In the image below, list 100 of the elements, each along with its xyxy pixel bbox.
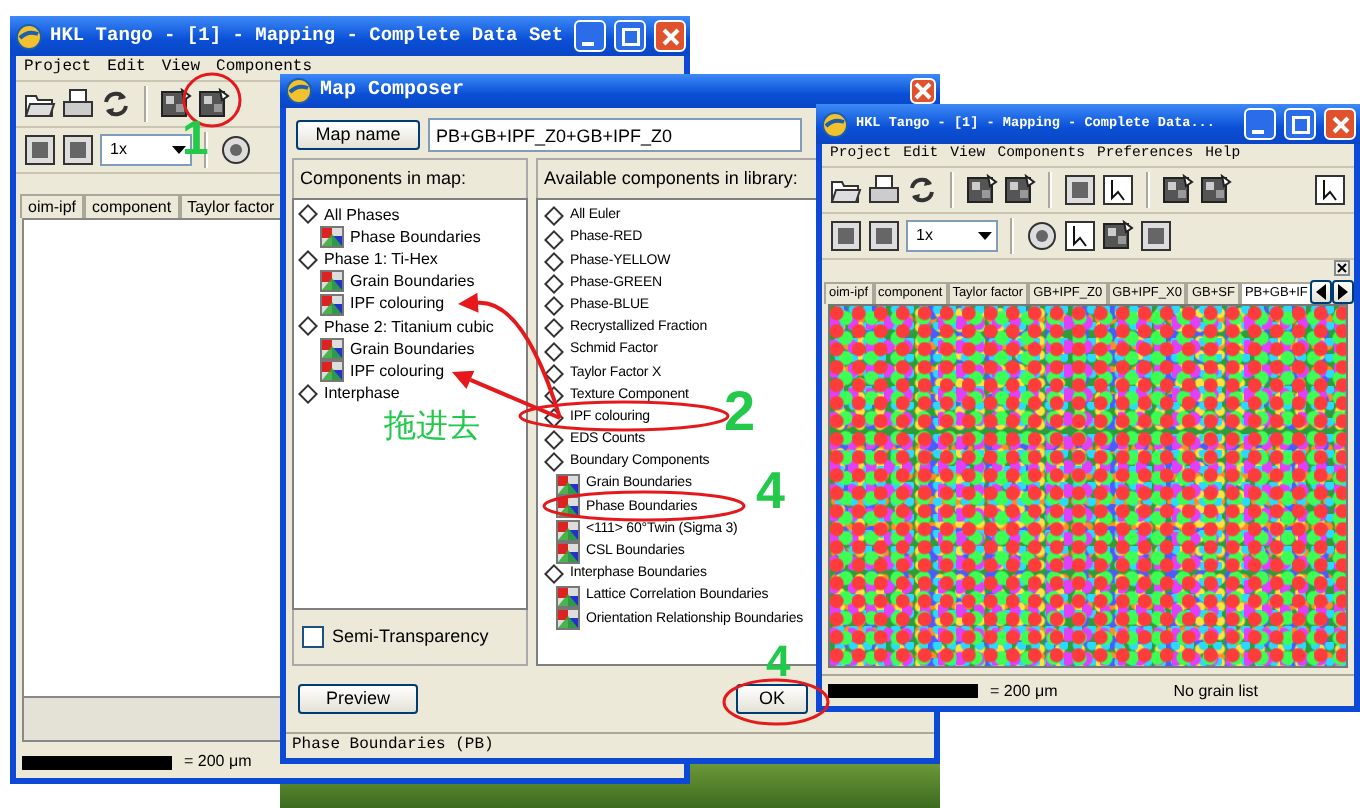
caret-icon <box>172 145 186 154</box>
tree-item[interactable]: IPF colouring <box>350 361 445 381</box>
diamond-icon <box>544 564 564 585</box>
minimize-button[interactable] <box>574 20 606 52</box>
diamond-icon <box>544 452 564 473</box>
step-number: 4 <box>756 464 785 516</box>
diamond-icon <box>298 204 318 225</box>
diamond-icon <box>544 341 564 362</box>
app-logo-icon <box>822 111 848 137</box>
menu-item[interactable]: View <box>161 58 201 78</box>
maximize-button[interactable] <box>614 20 646 52</box>
pointer-icon[interactable] <box>1314 173 1346 206</box>
map-icon[interactable] <box>198 87 230 120</box>
diamond-icon <box>298 249 318 270</box>
map-icon[interactable] <box>1162 173 1194 206</box>
component-icon <box>320 226 344 249</box>
close-icon <box>1331 115 1349 133</box>
close-button[interactable] <box>654 20 686 52</box>
tree-item[interactable]: Grain Boundaries <box>350 272 475 292</box>
diamond-icon <box>544 318 564 339</box>
diamond-icon <box>298 383 318 404</box>
close-button[interactable] <box>1324 108 1356 140</box>
component-icon <box>320 293 344 316</box>
diamond-icon <box>544 408 564 429</box>
caret-icon <box>978 231 992 240</box>
tab[interactable]: oim-ipf <box>20 193 85 219</box>
menu-item[interactable]: Edit <box>107 58 146 78</box>
status-text: No grain list <box>1173 681 1258 701</box>
diamond-icon <box>544 296 564 317</box>
app-logo-icon <box>16 23 42 49</box>
tree-item[interactable]: IPF colouring <box>350 294 445 314</box>
scroll-arrow-button[interactable] <box>1310 279 1332 304</box>
dialog-button[interactable]: Preview <box>298 684 418 714</box>
tree-item[interactable]: Phase Boundaries <box>350 227 481 247</box>
tree-item[interactable]: Grain Boundaries <box>350 339 475 359</box>
scroll-arrow-button[interactable] <box>1332 279 1354 304</box>
menu-item[interactable]: Project <box>24 58 92 78</box>
maximize-button[interactable] <box>1284 108 1316 140</box>
pointer-icon[interactable] <box>1102 173 1134 206</box>
refresh-icon[interactable] <box>100 87 132 120</box>
diamond-icon <box>544 251 564 272</box>
printer-icon[interactable] <box>62 87 94 120</box>
tab[interactable]: component <box>84 193 180 219</box>
diamond-icon <box>544 206 564 227</box>
close-icon <box>914 82 932 100</box>
pointer-icon[interactable] <box>1064 219 1096 252</box>
frame-icon[interactable] <box>1140 219 1172 252</box>
menu-item[interactable]: Components <box>216 58 313 78</box>
annotation-label: 拖进去 <box>384 410 480 442</box>
diamond-icon <box>298 316 318 337</box>
component-icon <box>556 474 580 497</box>
map-icon[interactable] <box>1004 173 1036 206</box>
minimize-icon <box>581 41 593 45</box>
component-icon <box>556 541 580 564</box>
highlight-ellipse <box>722 678 830 726</box>
refresh-icon[interactable] <box>906 173 938 206</box>
close-icon <box>661 27 679 45</box>
frame-icon[interactable] <box>830 219 862 252</box>
component-icon <box>320 338 344 361</box>
map-name-button[interactable]: Map name <box>296 120 420 150</box>
dialog-button[interactable]: OK <box>736 684 808 714</box>
zoom-dropdown[interactable]: 1x <box>906 219 998 252</box>
component-icon <box>556 586 580 609</box>
close-icon[interactable] <box>1334 259 1350 276</box>
diamond-icon <box>544 363 564 384</box>
scale-label: = 200 μm <box>990 681 1058 701</box>
frame-icon[interactable] <box>1064 173 1096 206</box>
diamond-icon <box>544 430 564 451</box>
window-title: Map Composer <box>320 79 467 103</box>
maximize-icon <box>1291 115 1309 133</box>
minimize-button[interactable] <box>1244 108 1276 140</box>
frame-icon[interactable] <box>24 133 56 166</box>
close-button[interactable] <box>910 78 936 104</box>
diamond-icon <box>544 229 564 250</box>
tab[interactable]: Taylor factor <box>179 193 283 219</box>
checkbox-label: Semi-Transparency <box>332 626 489 648</box>
printer-icon[interactable] <box>868 173 900 206</box>
step-number: 2 <box>724 384 756 440</box>
map-icon[interactable] <box>1102 219 1134 252</box>
target-icon[interactable] <box>220 133 252 166</box>
component-icon <box>320 270 344 293</box>
map-icon[interactable] <box>966 173 998 206</box>
component-icon <box>556 608 580 631</box>
target-icon[interactable] <box>1026 219 1058 252</box>
map-name-field[interactable]: PB+GB+IPF_Z0+GB+IPF_Z0 <box>428 118 802 152</box>
component-icon <box>320 360 344 383</box>
diamond-icon <box>544 273 564 294</box>
tree-item[interactable]: All Phases <box>324 205 400 225</box>
maximize-icon <box>621 27 639 45</box>
scale-label: = 200 μm <box>184 752 252 772</box>
map-icon[interactable] <box>1200 173 1232 206</box>
map-icon[interactable] <box>160 87 192 120</box>
checkbox[interactable] <box>302 626 324 648</box>
tree-item[interactable]: Phase 2: Titanium cubic <box>324 317 494 337</box>
frame-icon[interactable] <box>62 133 94 166</box>
diamond-icon <box>544 385 564 406</box>
tree-item[interactable]: Phase 1: Ti-Hex <box>324 249 438 270</box>
frame-icon[interactable] <box>868 219 900 252</box>
minimize-icon <box>1251 129 1263 133</box>
tree-item[interactable]: Interphase <box>324 384 400 404</box>
